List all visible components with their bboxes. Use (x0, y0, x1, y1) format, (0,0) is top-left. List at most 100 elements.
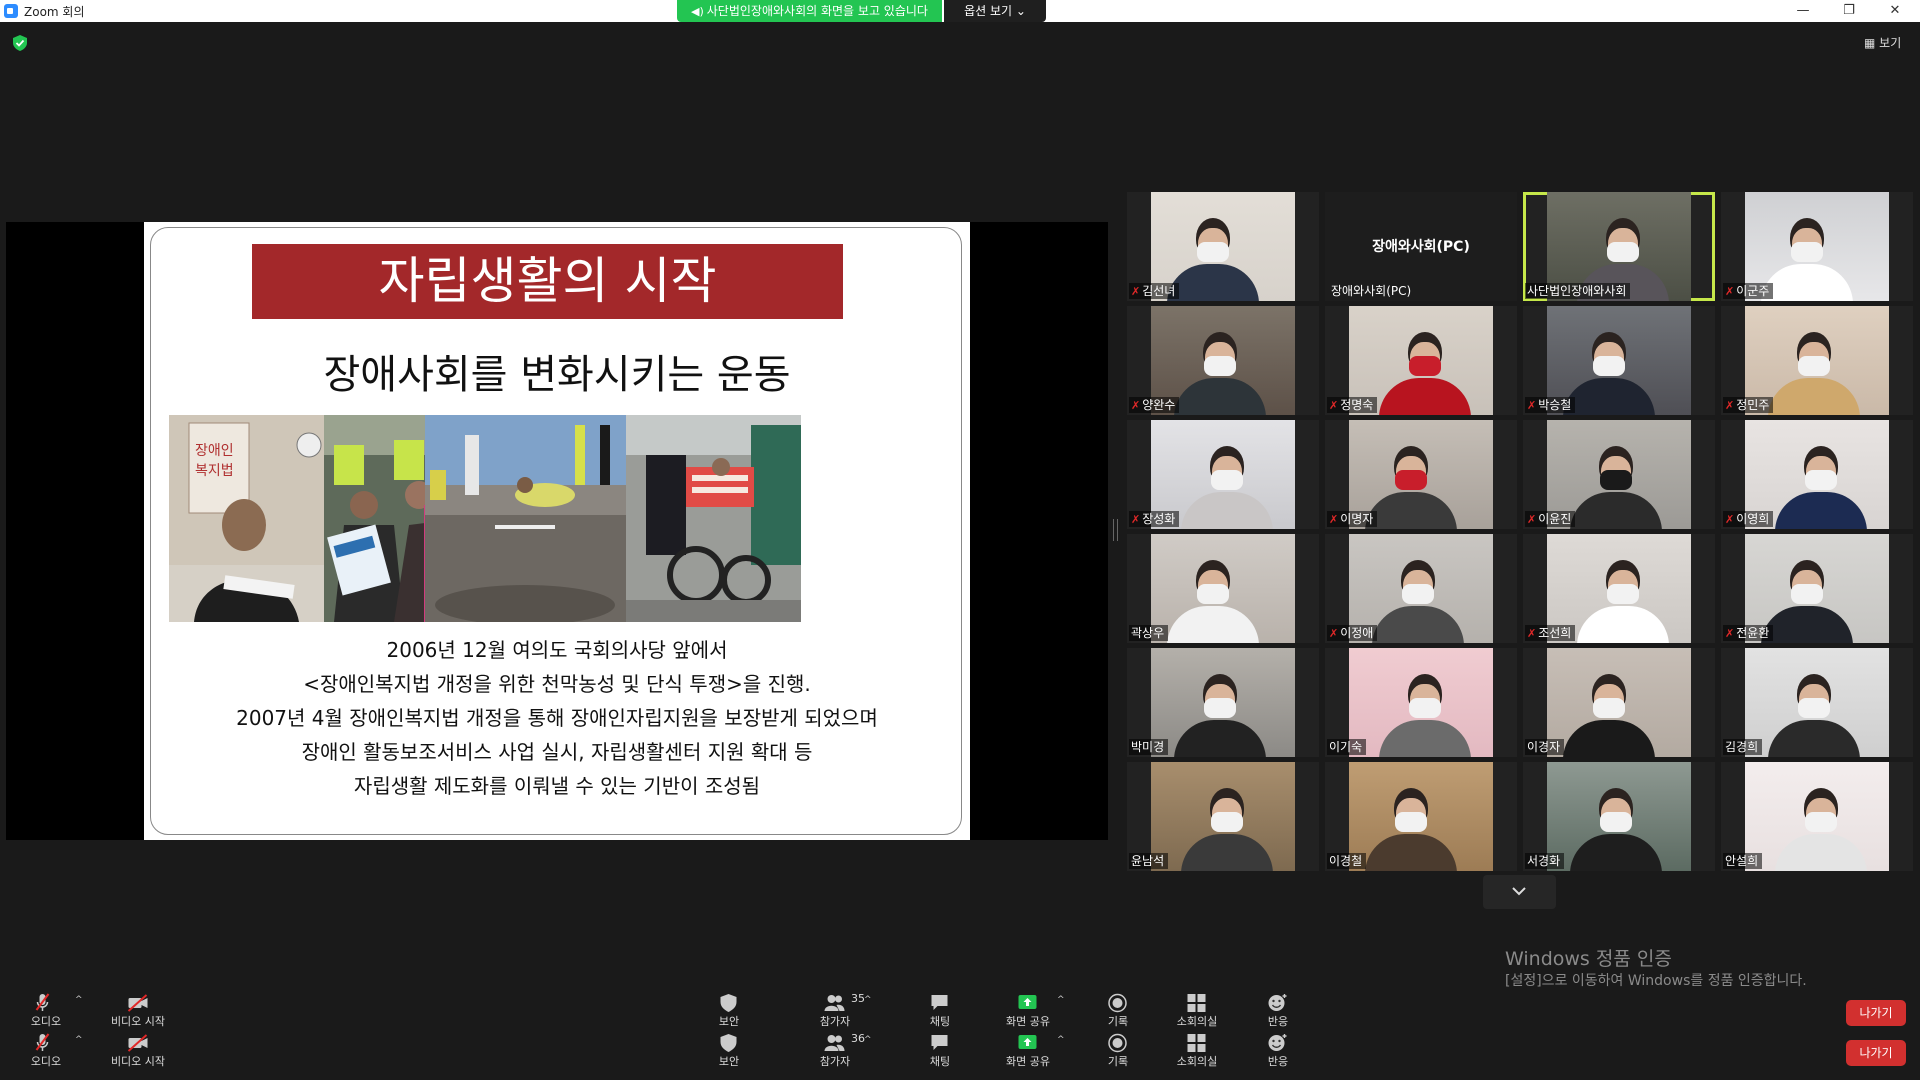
participant-tile[interactable]: ✗ 양완수 (1127, 306, 1319, 415)
participant-tile[interactable]: ✗ 정민주 (1721, 306, 1913, 415)
options-caret-icon[interactable]: ^ (864, 1035, 872, 1045)
reactions-button[interactable]: 반응 (1233, 993, 1323, 1029)
participant-tile[interactable]: 이경철 (1325, 762, 1517, 871)
participant-tile[interactable]: 곽상우 (1127, 534, 1319, 643)
face-mask (1402, 584, 1434, 604)
participant-name-tag: ✗ 김선녀 (1129, 283, 1180, 299)
participant-tile[interactable]: 이기숙 (1325, 648, 1517, 757)
participant-tile[interactable]: ✗ 이윤진 (1523, 420, 1715, 529)
record-button[interactable]: 기록 (1073, 1033, 1163, 1069)
participant-tile[interactable]: 박미경 (1127, 648, 1319, 757)
participant-name: 박미경 (1131, 740, 1165, 754)
participant-name-tag: ✗ 장성화 (1129, 511, 1180, 527)
face-mask (1409, 698, 1441, 718)
slide-subtitle: 장애사회를 변화시키는 운동 (323, 352, 791, 398)
participant-name: 이영희 (1736, 512, 1770, 526)
muted-mic-icon: ✗ (1329, 627, 1339, 640)
face-mask (1805, 470, 1837, 490)
view-options-button[interactable]: 옵션 보기 ⌄ (944, 0, 1046, 22)
video-off-icon (127, 1034, 148, 1052)
participant-name: 이경자 (1527, 740, 1561, 754)
participant-tile[interactable]: ✗ 정명숙 (1325, 306, 1517, 415)
chevron-down-icon (1512, 887, 1526, 896)
participant-tile[interactable]: 사단법인장애와사회 (1523, 192, 1715, 301)
gallery-view-button[interactable]: ▦ 보기 (1864, 34, 1901, 51)
participant-tile[interactable]: ✗ 박승철 (1523, 306, 1715, 415)
breakout-rooms-button[interactable]: 소회의실 (1152, 993, 1242, 1029)
participant-name: 이기숙 (1329, 740, 1363, 754)
svg-text:복지법: 복지법 (195, 463, 234, 479)
security-button[interactable]: 보안 (684, 993, 774, 1029)
start-video-label: 비디오 시작 (110, 1015, 166, 1028)
participant-name-tag: ✗ 양완수 (1129, 397, 1180, 413)
participant-tile[interactable]: ✗ 이군주 (1721, 192, 1913, 301)
muted-mic-icon: ✗ (1725, 399, 1735, 412)
participant-tile[interactable]: ✗ 이정애 (1325, 534, 1517, 643)
muted-mic-icon: ✗ (1329, 399, 1339, 412)
participant-tile[interactable]: ✗ 이명자 (1325, 420, 1517, 529)
options-caret-icon[interactable]: ^ (1057, 995, 1065, 1005)
face-mask (1791, 242, 1823, 262)
participant-tile[interactable]: 이경자 (1523, 648, 1715, 757)
options-caret-icon[interactable]: ^ (75, 1035, 83, 1045)
face-mask (1805, 812, 1837, 832)
leave-meeting-button[interactable]: 나가기 (1846, 1040, 1906, 1066)
record-button[interactable]: 기록 (1073, 993, 1163, 1029)
muted-mic-icon: ✗ (1527, 513, 1537, 526)
participant-tile[interactable]: 윤남석 (1127, 762, 1319, 871)
participant-tile[interactable]: ✗ 김선녀 (1127, 192, 1319, 301)
slide-photo-strip: 장애인 복지법 (169, 415, 944, 622)
slide-line-5: 자립생활 제도화를 이뤄낼 수 있는 기반이 조성됨 (353, 774, 761, 798)
gallery-next-page-button[interactable] (1483, 875, 1556, 909)
start-video-button[interactable]: 비디오 시작 (93, 993, 183, 1029)
participant-name-tag: 박미경 (1129, 739, 1169, 755)
breakout-rooms-button[interactable]: 소회의실 (1152, 1033, 1242, 1069)
face-mask (1409, 356, 1441, 376)
muted-mic-icon: ✗ (1725, 627, 1735, 640)
participant-tile[interactable]: 장애와사회(PC) 장애와사회(PC) (1325, 192, 1517, 301)
zoom-app-icon (4, 4, 18, 18)
start-video-button[interactable]: 비디오 시작 (93, 1033, 183, 1069)
shared-screen: 자립생활의 시작 장애사회를 변화시키는 운동 장애인 복지법 2006년 12… (6, 222, 1108, 840)
grid-icon: ▦ (1864, 36, 1876, 50)
close-window-button[interactable]: ✕ (1872, 0, 1918, 22)
muted-mic-icon: ✗ (1131, 513, 1141, 526)
security-button[interactable]: 보안 (684, 1033, 774, 1069)
face-mask (1204, 698, 1236, 718)
slide-photo-tent: 장애인 복지법 (169, 415, 329, 622)
participant-tile[interactable]: 서경화 (1523, 762, 1715, 871)
face-mask (1600, 470, 1632, 490)
reactions-button[interactable]: 반응 (1233, 1033, 1323, 1069)
options-caret-icon[interactable]: ^ (75, 995, 83, 1005)
minimize-button[interactable]: — (1780, 0, 1826, 22)
security-label: 보안 (718, 1055, 740, 1068)
face-mask (1593, 356, 1625, 376)
view-options-label: 옵션 보기 (964, 4, 1013, 18)
face-mask (1204, 356, 1236, 376)
muted-mic-icon: ✗ (1527, 399, 1537, 412)
participant-name: 정명숙 (1340, 398, 1374, 412)
participants-label: 참가자 (819, 1055, 851, 1068)
chat-button[interactable]: 채팅 (895, 1033, 985, 1069)
maximize-button[interactable]: ❐ (1826, 0, 1872, 22)
participant-tile[interactable]: ✗ 전윤환 (1721, 534, 1913, 643)
participant-name: 이경철 (1329, 854, 1363, 868)
leave-meeting-button[interactable]: 나가기 (1846, 1000, 1906, 1026)
breakout-grid-icon (1187, 994, 1206, 1012)
participant-tile[interactable]: 안설희 (1721, 762, 1913, 871)
encryption-shield-icon[interactable] (13, 35, 27, 51)
participant-name: 김경희 (1725, 740, 1759, 754)
audio-label: 오디오 (30, 1015, 62, 1028)
participant-tile[interactable]: ✗ 이영희 (1721, 420, 1913, 529)
panel-resize-handle[interactable] (1113, 519, 1118, 541)
view-button-label: 보기 (1879, 36, 1902, 50)
face-mask (1607, 584, 1639, 604)
participant-tile[interactable]: 김경희 (1721, 648, 1913, 757)
participant-name-tag: 안설희 (1723, 853, 1763, 869)
options-caret-icon[interactable]: ^ (864, 995, 872, 1005)
participant-tile[interactable]: ✗ 장성화 (1127, 420, 1319, 529)
chat-button[interactable]: 채팅 (895, 993, 985, 1029)
options-caret-icon[interactable]: ^ (1057, 1035, 1065, 1045)
participant-tile[interactable]: ✗ 조선희 (1523, 534, 1715, 643)
record-label: 기록 (1107, 1055, 1129, 1068)
